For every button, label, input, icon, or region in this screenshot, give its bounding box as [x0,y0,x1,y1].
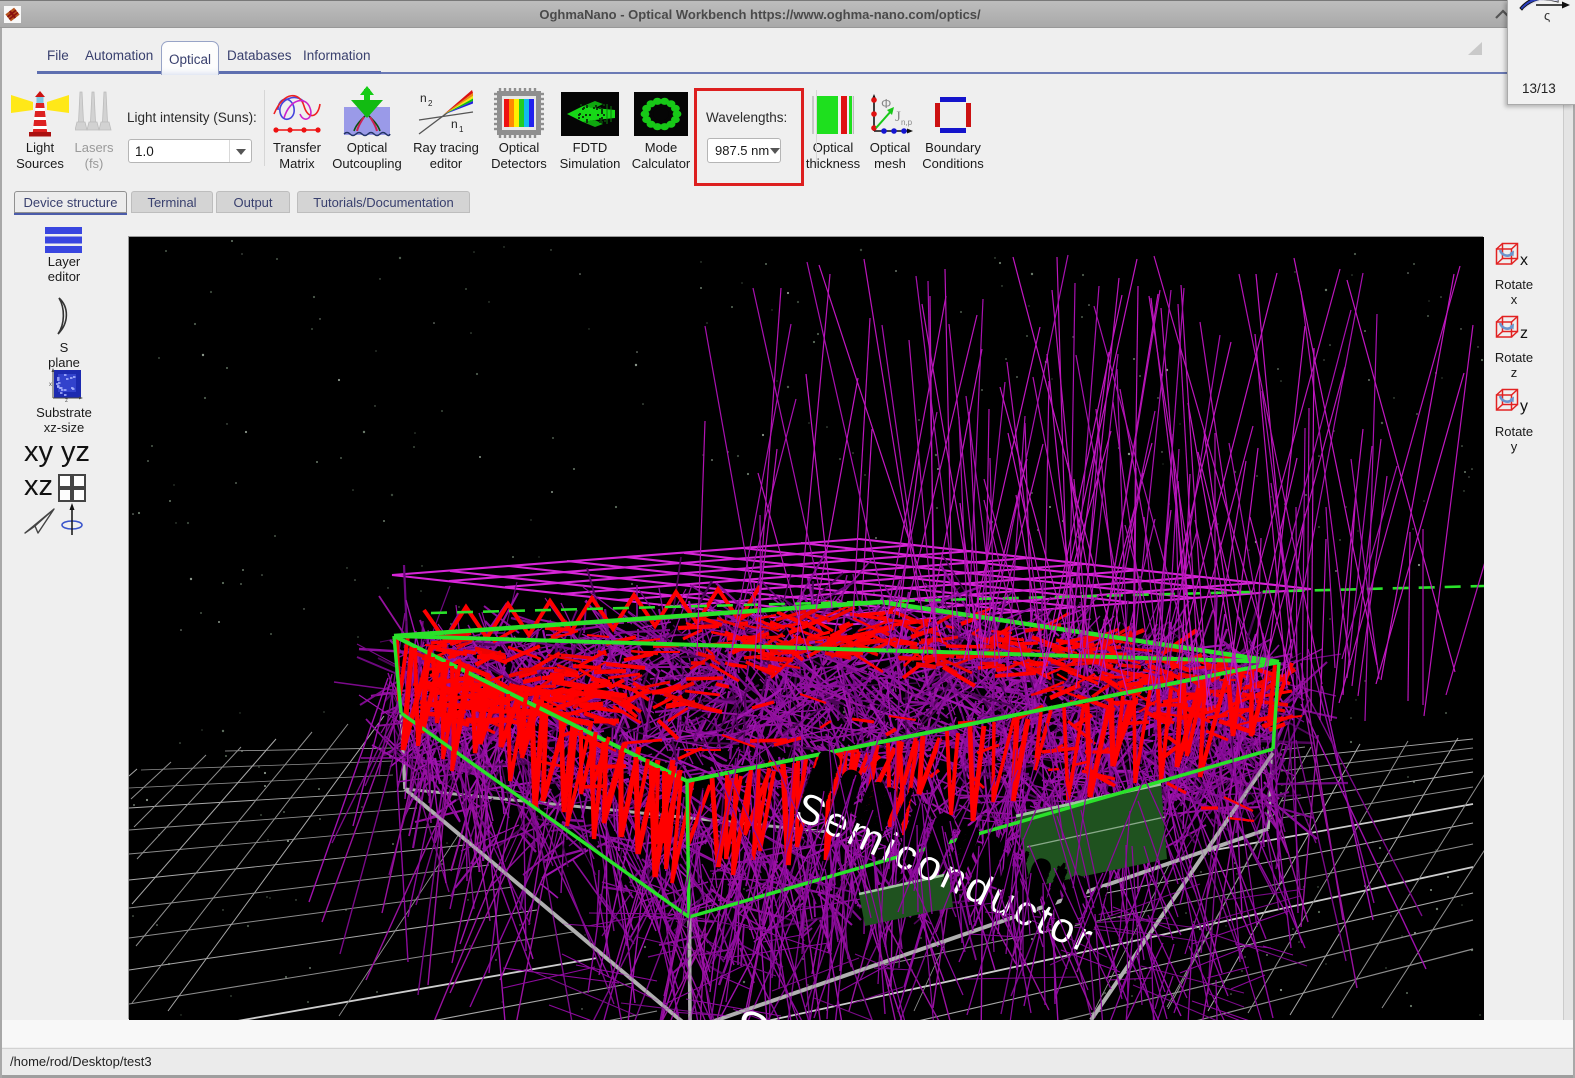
svg-text:z: z [65,398,68,402]
svg-text:n,p: n,p [901,118,913,127]
svg-text:n: n [451,117,458,131]
svg-text:x: x [49,382,52,388]
svg-text:2: 2 [428,99,433,108]
svg-text:Φ: Φ [881,96,891,111]
svg-text:n: n [420,91,427,105]
svg-text:1: 1 [459,125,464,134]
